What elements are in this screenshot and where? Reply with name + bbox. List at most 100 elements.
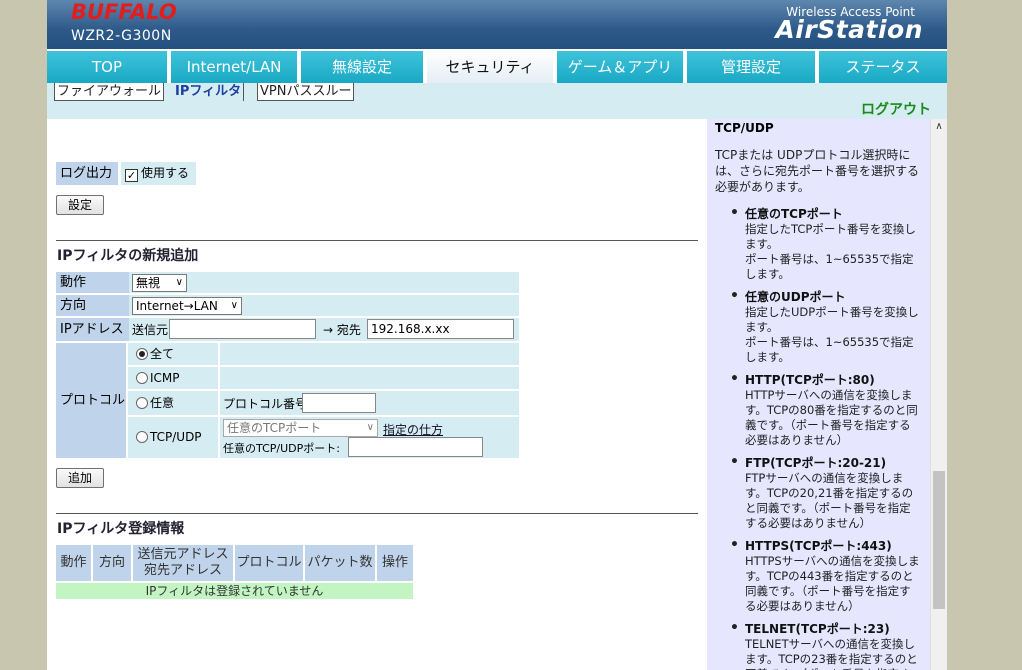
divider — [56, 513, 698, 514]
ip-address-label: IPアドレス — [56, 318, 129, 341]
tab-wireless[interactable]: 無線設定 — [301, 51, 425, 83]
tab-admin[interactable]: 管理設定 — [687, 51, 817, 83]
col-dst-address: 宛先アドレス — [143, 563, 222, 578]
action-select-value: 無視 — [136, 276, 161, 290]
help-item-text: HTTPSサーバへの通信を変換します。TCPの443番を指定するのと同義です。（… — [745, 554, 920, 613]
help-item-text: HTTPサーバへの通信を変換します。TCPの80番を指定するのと同義です。（ポー… — [745, 388, 918, 447]
subtab-ip-filter[interactable]: IPフィルタ — [173, 83, 245, 101]
radio-icon[interactable] — [136, 372, 148, 384]
help-item: 任意のTCPポート 指定したTCPポート番号を変換します。 ポート番号は、1~6… — [730, 206, 922, 282]
tab-internet-lan[interactable]: Internet/LAN — [171, 51, 299, 83]
direction-cell: Internet→LAN ∨ — [129, 295, 519, 316]
help-item-title: 任意のTCPポート — [745, 207, 843, 221]
log-output-label: ログ出力 — [56, 162, 118, 185]
help-item-text: ポート番号は、1~65535で指定します。 — [745, 335, 914, 364]
help-item-text: 指定したUDPポート番号を変換します。 — [745, 305, 919, 334]
col-address: 送信元アドレス 宛先アドレス — [133, 545, 233, 581]
tab-game-apps[interactable]: ゲーム＆アプリ — [557, 51, 685, 83]
protocol-number-cell: プロトコル番号: — [220, 391, 519, 415]
help-item-title: FTP(TCPポート:20-21) — [745, 456, 887, 470]
howto-link[interactable]: 指定の仕方 — [383, 421, 443, 438]
set-button[interactable]: 設定 — [56, 195, 104, 215]
help-item-text: 指定したTCPポート番号を変換します。 — [745, 222, 916, 251]
protocol-tcpudp-label: TCP/UDP — [150, 430, 202, 444]
col-operation: 操作 — [377, 545, 413, 581]
buffalo-logo: BUFFALO — [71, 0, 177, 24]
port-select-value: 任意のTCPポート — [227, 421, 322, 435]
help-scrollbar[interactable]: ∧ — [930, 119, 947, 670]
tab-security[interactable]: セキュリティ — [427, 51, 555, 83]
protocol-any-option[interactable]: 任意 — [128, 391, 218, 415]
help-item-text: FTPサーバへの通信を変換します。TCPの20,21番を指定するのと同義です。（… — [745, 471, 914, 530]
help-item: 任意のUDPポート 指定したUDPポート番号を変換します。 ポート番号は、1~6… — [730, 289, 922, 365]
direction-label: 方向 — [56, 295, 129, 316]
sub-nav: ファイアウォール IPフィルタ VPNパススルー — [47, 83, 947, 119]
main-nav: TOP Internet/LAN 無線設定 セキュリティ ゲーム＆アプリ 管理設… — [47, 50, 947, 83]
radio-icon[interactable] — [136, 397, 148, 409]
empty-list-message: IPフィルタは登録されていません — [56, 583, 413, 599]
protocol-tcpudp-option[interactable]: TCP/UDP — [128, 417, 218, 458]
list-section-title: IPフィルタ登録情報 — [57, 521, 185, 537]
add-button[interactable]: 追加 — [56, 468, 104, 488]
subtab-firewall[interactable]: ファイアウォール — [54, 83, 165, 101]
col-packets: パケット数 — [305, 545, 375, 581]
scroll-up-icon[interactable]: ∧ — [931, 121, 947, 135]
radio-icon[interactable] — [136, 431, 148, 443]
header-banner: BUFFALO WZR2-G300N Wireless Access Point… — [47, 0, 947, 49]
radio-selected-icon[interactable] — [136, 348, 148, 360]
help-item: TELNET(TCPポート:23) TELNETサーバへの通信を変換します。TC… — [730, 621, 922, 670]
help-item: FTP(TCPポート:20-21) FTPサーバへの通信を変換します。TCPの2… — [730, 455, 922, 531]
logout-link[interactable]: ログアウト — [861, 99, 931, 119]
col-action: 動作 — [56, 545, 91, 581]
col-src-address: 送信元アドレス — [137, 547, 229, 562]
chevron-down-icon: ∨ — [230, 300, 238, 311]
help-item-text: ポート番号は、1~65535で指定します。 — [745, 252, 914, 281]
main-content: ログ出力 ✓ 使用する 設定 IPフィルタの新規追加 動作 無視 ∨ 方向 Inte… — [47, 119, 707, 670]
help-item-title: HTTPS(TCPポート:443) — [745, 539, 892, 553]
protocol-all-label: 全て — [150, 347, 175, 361]
direction-select[interactable]: Internet→LAN ∨ — [132, 297, 242, 315]
port-input[interactable] — [348, 437, 483, 457]
action-cell: 無視 ∨ — [129, 272, 519, 293]
destination-ip-input[interactable]: 192.168.x.xx — [367, 319, 514, 339]
help-item: HTTPS(TCPポート:443) HTTPSサーバへの通信を変換します。TCP… — [730, 538, 922, 614]
col-protocol: プロトコル — [235, 545, 303, 581]
divider — [56, 240, 698, 241]
help-item: HTTP(TCPポート:80) HTTPサーバへの通信を変換します。TCPの80… — [730, 372, 922, 448]
destination-label: → 宛先 — [323, 323, 361, 337]
chevron-down-icon: ∨ — [366, 422, 374, 433]
tab-status[interactable]: ステータス — [819, 51, 947, 83]
page: BUFFALO WZR2-G300N Wireless Access Point… — [47, 0, 947, 670]
protocol-number-label: プロトコル番号: — [223, 397, 312, 411]
chevron-down-icon: ∨ — [175, 277, 183, 288]
log-output-value: ✓ 使用する — [121, 162, 196, 185]
protocol-all-extra — [220, 343, 519, 365]
port-label: 任意のTCP/UDPポート: — [223, 442, 340, 455]
source-label: 送信元 — [132, 323, 169, 337]
log-output-checkbox[interactable]: ✓ — [125, 169, 138, 182]
direction-select-value: Internet→LAN — [136, 299, 218, 313]
tab-top[interactable]: TOP — [47, 51, 169, 83]
action-label: 動作 — [56, 272, 129, 293]
action-select[interactable]: 無視 ∨ — [132, 274, 187, 292]
col-direction: 方向 — [93, 545, 131, 581]
help-item-title: HTTP(TCPポート:80) — [745, 373, 875, 387]
help-title: TCP/UDP — [715, 121, 774, 135]
help-intro: TCPまたは UDPプロトコル選択時には、さらに宛先ポート番号を選択する必要があ… — [715, 148, 920, 194]
port-cell: 任意のTCPポート ∨ 指定の仕方 任意のTCP/UDPポート: — [220, 417, 519, 458]
protocol-all-option[interactable]: 全て — [128, 343, 218, 365]
scroll-thumb[interactable] — [933, 471, 945, 609]
protocol-any-label: 任意 — [150, 396, 175, 410]
subtab-vpn-passthrough[interactable]: VPNパススルー — [257, 83, 355, 101]
protocol-icmp-label: ICMP — [150, 371, 180, 385]
model-name: WZR2-G300N — [71, 28, 172, 44]
source-ip-input[interactable] — [169, 319, 316, 339]
protocol-number-input[interactable] — [302, 393, 376, 413]
ip-address-cell: 送信元 → 宛先 192.168.x.xx — [129, 318, 519, 341]
help-item-title: 任意のUDPポート — [745, 290, 846, 304]
help-panel: TCP/UDP TCPまたは UDPプロトコル選択時には、さらに宛先ポート番号を… — [707, 119, 930, 670]
help-item-text: TELNETサーバへの通信を変換します。TCPの23番を指定するのと同義です。（… — [745, 637, 918, 670]
protocol-label: プロトコル — [56, 343, 126, 458]
port-select[interactable]: 任意のTCPポート ∨ — [223, 419, 378, 437]
protocol-icmp-option[interactable]: ICMP — [128, 367, 218, 389]
